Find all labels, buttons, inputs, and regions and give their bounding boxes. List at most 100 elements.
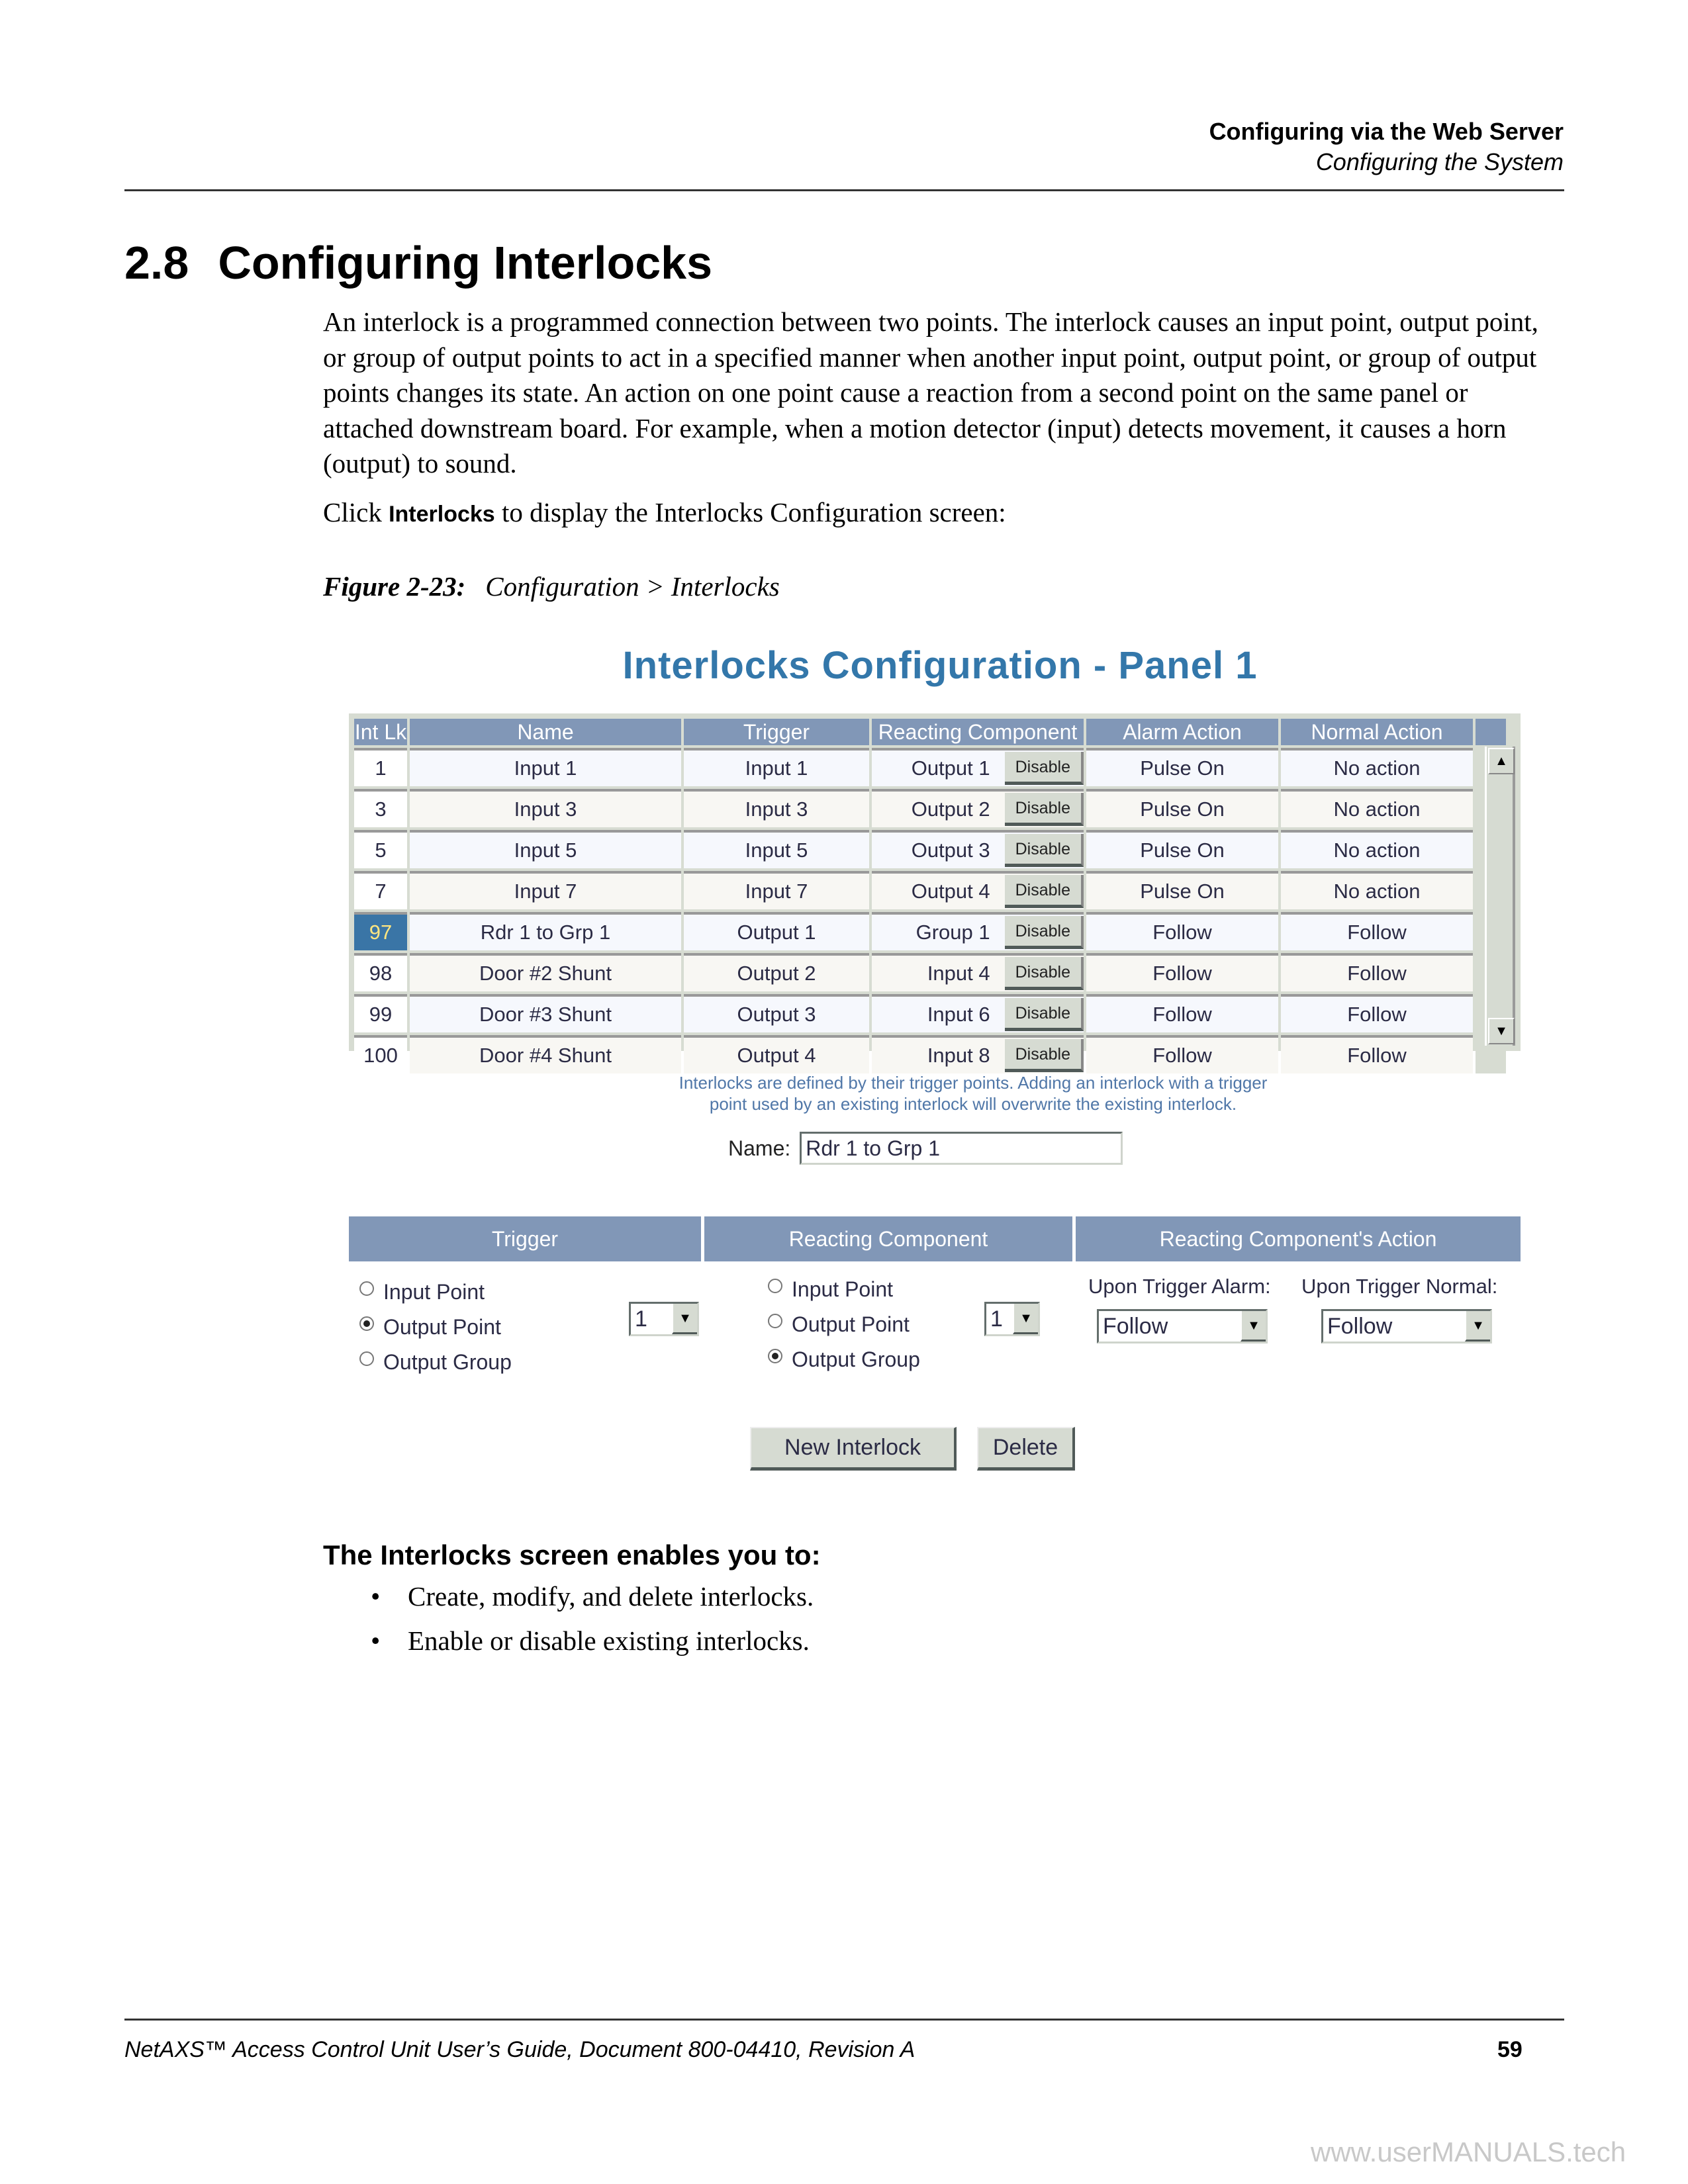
reacting-component-cell: Input 6 Disable [872, 994, 1084, 1032]
radio-button[interactable] [768, 1313, 782, 1328]
column-header-name: Name [410, 719, 681, 745]
interlock-id-cell[interactable]: 1 [354, 748, 407, 786]
reacting-component-cell: Group 1 Disable [872, 912, 1084, 950]
normal-action-label: Upon Trigger Normal: [1301, 1275, 1498, 1298]
dropdown-arrow-icon[interactable]: ▼ [672, 1304, 697, 1334]
alarm-action-label: Upon Trigger Alarm: [1088, 1275, 1271, 1298]
dropdown-arrow-icon[interactable]: ▼ [1013, 1304, 1038, 1334]
form-header-reacting-action: Reacting Component's Action [1076, 1216, 1521, 1261]
interlock-id-cell[interactable]: 99 [354, 994, 407, 1032]
bullet-icon: • [371, 1625, 381, 1656]
interlock-id-cell[interactable]: 98 [354, 953, 407, 991]
trigger-option-output-point[interactable]: Output Point [359, 1310, 512, 1345]
reacting-option-input-point[interactable]: Input Point [768, 1272, 920, 1307]
new-interlock-button[interactable]: New Interlock [750, 1427, 957, 1471]
alarm-action-cell: Follow [1086, 1035, 1278, 1073]
reacting-component-value: Output 3 [911, 839, 990, 862]
interlock-id-cell[interactable]: 97 [354, 912, 407, 950]
interlock-name-cell: Door #2 Shunt [410, 953, 681, 991]
disable-button[interactable]: Disable [1004, 1039, 1084, 1072]
footer-rule [124, 2019, 1564, 2021]
normal-action-cell: Follow [1281, 1035, 1473, 1073]
bullet-text: Enable or disable existing interlocks. [408, 1625, 810, 1656]
bullet-text: Create, modify, and delete interlocks. [408, 1581, 814, 1612]
alarm-action-select[interactable]: Follow ▼ [1097, 1309, 1268, 1343]
instruction-prefix: Click [323, 497, 389, 527]
scroll-up-arrow-icon[interactable]: ▲ [1488, 748, 1515, 774]
table-row[interactable]: 99 Door #3 Shunt Output 3 Input 6 Disable Fol… [354, 994, 1506, 1032]
alarm-action-cell: Pulse On [1086, 830, 1278, 868]
interlock-id-cell[interactable]: 3 [354, 789, 407, 827]
normal-action-select[interactable]: Follow ▼ [1321, 1309, 1492, 1343]
table-row[interactable]: 97 Rdr 1 to Grp 1 Output 1 Group 1 Disable Fo… [354, 912, 1506, 950]
alarm-action-cell: Follow [1086, 994, 1278, 1032]
interlock-id-cell[interactable]: 100 [354, 1035, 407, 1073]
hint-line-1: Interlocks are defined by their trigger … [679, 1073, 1268, 1093]
trigger-option-output-group[interactable]: Output Group [359, 1345, 512, 1380]
radio-button[interactable] [359, 1281, 374, 1296]
scroll-down-arrow-icon[interactable]: ▼ [1488, 1018, 1515, 1044]
page-number: 59 [1497, 2037, 1523, 2062]
dropdown-arrow-icon[interactable]: ▼ [1465, 1311, 1490, 1342]
instruction-suffix: to display the Interlocks Configuration … [494, 497, 1006, 527]
reacting-option-output-group[interactable]: Output Group [768, 1342, 920, 1377]
table-header-row: Int Lk Name Trigger Reacting Component A… [354, 719, 1506, 745]
interlock-name-cell: Rdr 1 to Grp 1 [410, 912, 681, 950]
name-input[interactable] [800, 1132, 1123, 1165]
delete-button[interactable]: Delete [977, 1427, 1075, 1471]
radio-button[interactable] [768, 1278, 782, 1293]
radio-button[interactable] [359, 1351, 374, 1366]
interlock-name-cell: Input 3 [410, 789, 681, 827]
disable-button[interactable]: Disable [1004, 998, 1084, 1031]
trigger-cell: Output 3 [684, 994, 869, 1032]
radio-button-checked[interactable] [359, 1316, 374, 1331]
reacting-component-cell: Output 1 Disable [872, 748, 1084, 786]
trigger-option-input-point[interactable]: Input Point [359, 1275, 512, 1310]
disable-button[interactable]: Disable [1004, 957, 1084, 990]
normal-action-cell: No action [1281, 748, 1473, 786]
bullet-item: • Create, modify, and delete interlocks. [371, 1580, 814, 1612]
interlock-hint: Interlocks are defined by their trigger … [463, 1072, 1483, 1115]
column-header-int-lk: Int Lk [354, 719, 407, 745]
trigger-cell: Output 4 [684, 1035, 869, 1073]
reacting-number-select[interactable]: 1 ▼ [984, 1302, 1040, 1336]
table-row[interactable]: 1 Input 1 Input 1 Output 1 Disable Pulse On No… [354, 748, 1506, 786]
reacting-component-cell: Input 8 Disable [872, 1035, 1084, 1073]
section-heading: 2.8 Configuring Interlocks [124, 233, 712, 293]
table-row[interactable]: 3 Input 3 Input 3 Output 2 Disable Pulse On No… [354, 789, 1506, 827]
bullet-item: • Enable or disable existing interlocks. [371, 1625, 810, 1657]
running-header: Configuring via the Web Server Configuri… [1209, 116, 1564, 177]
disable-button[interactable]: Disable [1004, 875, 1084, 908]
disable-button[interactable]: Disable [1004, 834, 1084, 867]
alarm-action-cell: Pulse On [1086, 789, 1278, 827]
table-row[interactable]: 5 Input 5 Input 5 Output 3 Disable Pulse On No… [354, 830, 1506, 868]
running-header-section: Configuring the System [1315, 148, 1564, 175]
column-header-trigger: Trigger [684, 719, 869, 745]
watermark: www.userMANUALS.tech [1311, 2136, 1626, 2167]
alarm-action-value: Follow [1103, 1314, 1168, 1339]
trigger-number-select[interactable]: 1 ▼ [629, 1302, 699, 1336]
radio-button-checked[interactable] [768, 1348, 782, 1363]
hint-line-2: point used by an existing interlock will… [709, 1094, 1237, 1114]
column-header-reacting-component: Reacting Component [872, 719, 1084, 745]
header-rule [124, 189, 1564, 191]
reacting-option-output-point[interactable]: Output Point [768, 1307, 920, 1342]
interlock-id-cell[interactable]: 5 [354, 830, 407, 868]
reacting-component-cell: Output 4 Disable [872, 871, 1084, 909]
normal-action-value: Follow [1327, 1314, 1393, 1339]
trigger-cell: Input 1 [684, 748, 869, 786]
trigger-cell: Output 1 [684, 912, 869, 950]
table-row[interactable]: 100 Door #4 Shunt Output 4 Input 8 Disable Fo… [354, 1035, 1506, 1073]
table-scrollbar[interactable]: ▲ ▼ [1485, 747, 1515, 1046]
table-row[interactable]: 98 Door #2 Shunt Output 2 Input 4 Disable Fol… [354, 953, 1506, 991]
disable-button[interactable]: Disable [1004, 916, 1084, 949]
dropdown-arrow-icon[interactable]: ▼ [1241, 1311, 1266, 1342]
form-header-reacting-component: Reacting Component [704, 1216, 1072, 1261]
reacting-component-value: Input 8 [927, 1044, 990, 1067]
footer-document-title: NetAXS™ Access Control Unit User’s Guide… [124, 2037, 915, 2062]
interlock-id-cell[interactable]: 7 [354, 871, 407, 909]
disable-button[interactable]: Disable [1004, 752, 1084, 785]
disable-button[interactable]: Disable [1004, 793, 1084, 826]
table-row[interactable]: 7 Input 7 Input 7 Output 4 Disable Pulse On No… [354, 871, 1506, 909]
interlocks-table: Int Lk Name Trigger Reacting Component A… [349, 713, 1521, 1073]
